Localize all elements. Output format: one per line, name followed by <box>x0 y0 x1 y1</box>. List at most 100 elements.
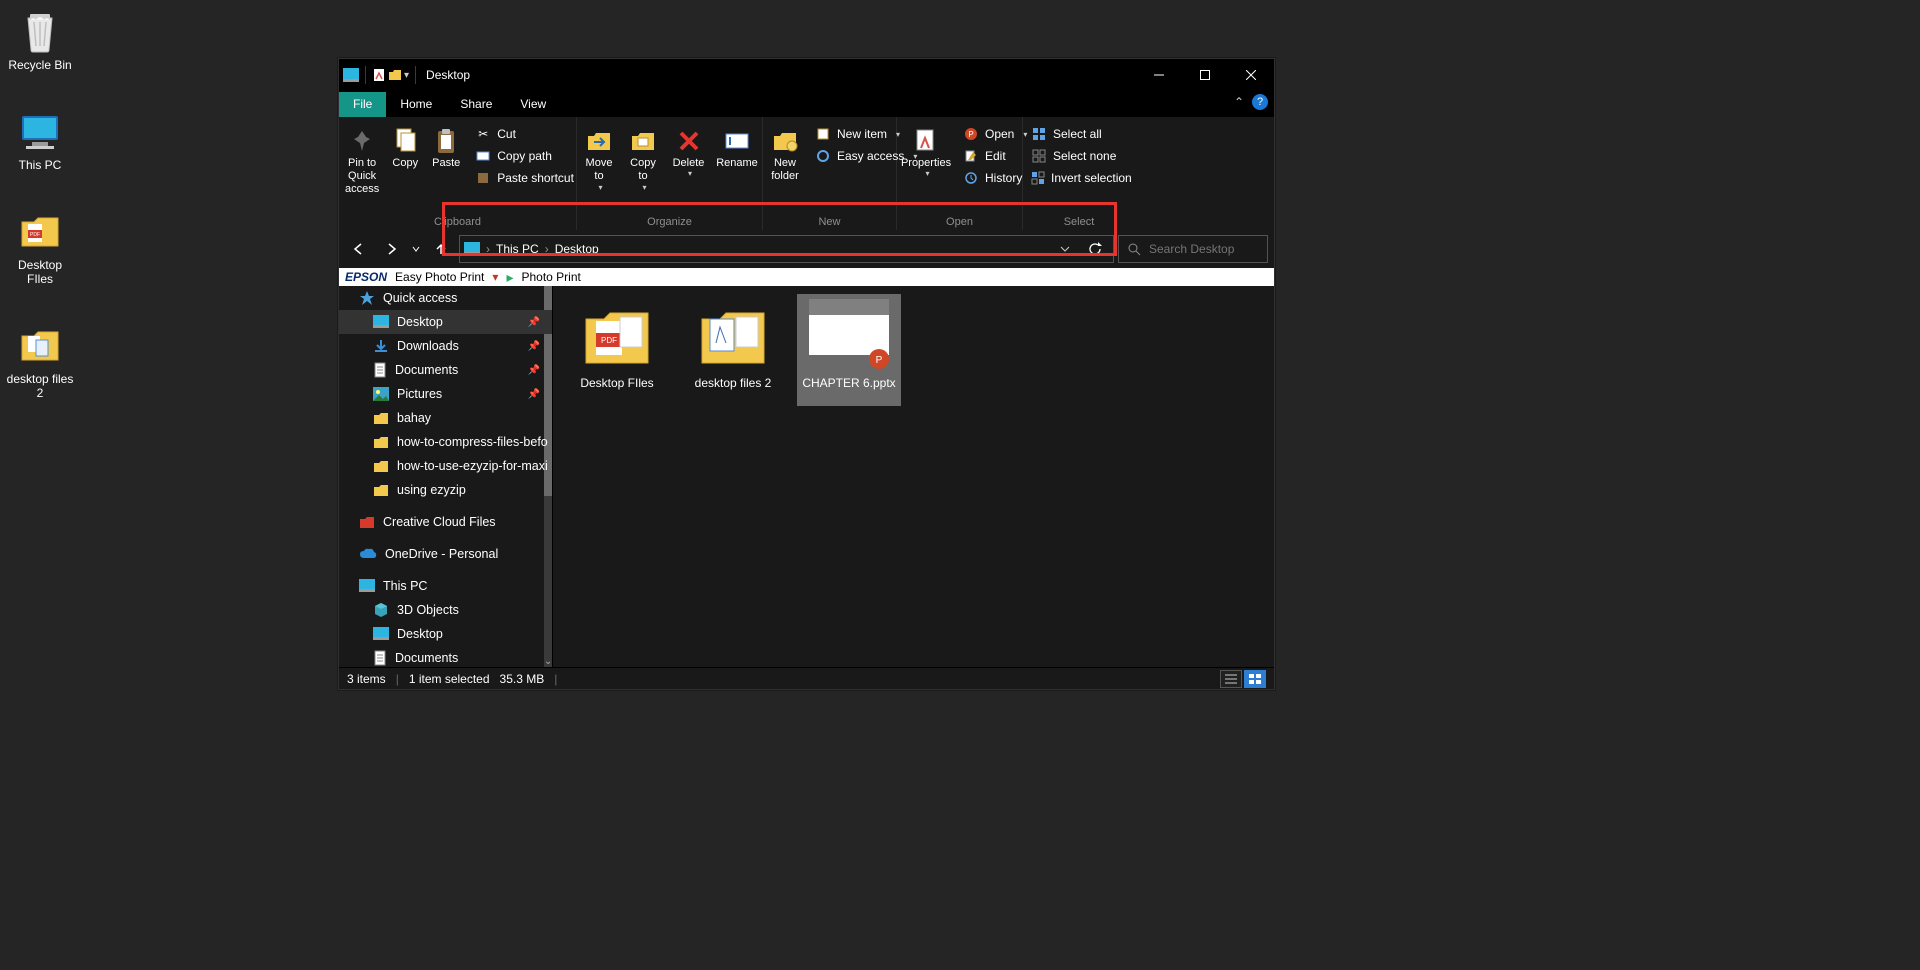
move-to-button[interactable]: Move to▾ <box>577 121 621 192</box>
nav-row: › This PC› Desktop <box>339 230 1274 268</box>
app-icon <box>343 68 359 82</box>
navpane-item-documents[interactable]: Documents📌 <box>339 358 552 382</box>
navpane-item-quick-access[interactable]: Quick access <box>339 286 552 310</box>
copy-path-button[interactable]: Copy path <box>467 145 582 167</box>
navpane-item-label: Documents <box>395 651 458 665</box>
delete-icon <box>673 125 705 157</box>
details-view-button[interactable] <box>1220 670 1242 688</box>
qa-folder-icon[interactable] <box>388 68 402 82</box>
file-label: desktop files 2 <box>695 376 772 390</box>
paste-shortcut-button[interactable]: Paste shortcut <box>467 167 582 189</box>
navpane-item-bahay[interactable]: bahay <box>339 406 552 430</box>
status-selected: 1 item selected <box>409 672 490 686</box>
breadcrumb-this-pc[interactable]: This PC› <box>496 242 551 256</box>
epson-toolbar[interactable]: EPSON Easy Photo Print ▾ ▸ Photo Print <box>339 268 1274 286</box>
icons-view-button[interactable] <box>1244 670 1266 688</box>
cut-button[interactable]: ✂Cut <box>467 123 582 145</box>
navpane-item-documents[interactable]: Documents <box>339 646 552 667</box>
desktop-icon-desktop-files[interactable]: PDF Desktop FIles <box>4 210 76 286</box>
navpane-item-downloads[interactable]: Downloads📌 <box>339 334 552 358</box>
star-icon <box>359 290 375 306</box>
up-button[interactable] <box>427 235 455 263</box>
search-icon <box>1127 242 1141 256</box>
navigation-pane[interactable]: ⌄ Quick accessDesktop📌Downloads📌Document… <box>339 286 553 667</box>
navpane-item-3d-objects[interactable]: 3D Objects <box>339 598 552 622</box>
folder-icon <box>373 459 389 473</box>
desktop-icon <box>373 315 389 329</box>
new-folder-button[interactable]: New folder <box>763 121 807 183</box>
help-icon[interactable]: ? <box>1252 94 1268 110</box>
tab-home[interactable]: Home <box>386 92 446 117</box>
file-explorer-window: ▾ Desktop File Home Share View ⌃ ? Pin t… <box>338 58 1275 690</box>
navpane-item-label: Downloads <box>397 339 459 353</box>
select-none-button[interactable]: Select none <box>1023 145 1135 167</box>
navpane-item-label: Desktop <box>397 627 443 641</box>
navpane-item-using-ezyzip[interactable]: using ezyzip <box>339 478 552 502</box>
tab-view[interactable]: View <box>506 92 560 117</box>
desktop-icon-this-pc[interactable]: This PC <box>4 110 76 172</box>
minimize-button[interactable] <box>1136 59 1182 91</box>
navpane-item-desktop[interactable]: Desktop📌 <box>339 310 552 334</box>
file-thumbnail <box>691 300 775 372</box>
pin-icon <box>346 125 378 157</box>
copy-button[interactable]: Copy <box>385 121 425 196</box>
copy-to-icon <box>627 125 659 157</box>
epson-dropdown-icon[interactable]: ▾ <box>492 270 498 284</box>
epson-play-icon[interactable]: ▸ <box>506 269 513 286</box>
navpane-item-this-pc[interactable]: This PC <box>339 574 552 598</box>
search-input[interactable] <box>1149 242 1259 256</box>
breadcrumb-root[interactable]: › <box>484 242 492 256</box>
select-all-button[interactable]: Select all <box>1023 123 1135 145</box>
file-item-desktop-files[interactable]: PDFDesktop FIles <box>565 294 669 406</box>
status-bar: 3 items | 1 item selected 35.3 MB | <box>339 667 1274 689</box>
pin-to-quick-access-button[interactable]: Pin to Quick access <box>339 121 385 196</box>
navpane-item-how-to-compress-files-befo[interactable]: how-to-compress-files-befo <box>339 430 552 454</box>
collapse-ribbon-icon[interactable]: ⌃ <box>1234 95 1244 109</box>
navpane-item-desktop[interactable]: Desktop <box>339 622 552 646</box>
folder-icon <box>18 324 62 368</box>
invert-selection-button[interactable]: Invert selection <box>1023 167 1135 189</box>
paste-button[interactable]: Paste <box>425 121 467 196</box>
back-button[interactable] <box>345 235 373 263</box>
select-none-icon <box>1031 148 1047 164</box>
recent-locations-button[interactable] <box>409 235 423 263</box>
folder-icon <box>373 411 389 425</box>
navpane-item-onedrive-personal[interactable]: OneDrive - Personal <box>339 542 552 566</box>
navpane-item-pictures[interactable]: Pictures📌 <box>339 382 552 406</box>
file-label: Desktop FIles <box>580 376 653 390</box>
tab-file[interactable]: File <box>339 92 386 117</box>
qa-dropdown-icon[interactable]: ▾ <box>404 70 409 81</box>
address-dropdown-button[interactable] <box>1051 235 1079 263</box>
copy-path-icon <box>475 148 491 164</box>
delete-button[interactable]: Delete▾ <box>665 121 712 192</box>
titlebar[interactable]: ▾ Desktop <box>339 59 1274 91</box>
refresh-button[interactable] <box>1081 235 1109 263</box>
ribbon-group-open: Open <box>897 216 1022 228</box>
recycle-bin-icon <box>18 10 62 54</box>
close-button[interactable] <box>1228 59 1274 91</box>
desktop-icon-desktop-files-2[interactable]: desktop files 2 <box>4 324 76 400</box>
forward-button[interactable] <box>377 235 405 263</box>
history-icon <box>963 170 979 186</box>
navpane-item-how-to-use-ezyzip-for-maxi[interactable]: how-to-use-ezyzip-for-maxi <box>339 454 552 478</box>
properties-button[interactable]: Properties▾ <box>897 121 955 189</box>
tab-share[interactable]: Share <box>446 92 506 117</box>
navpane-item-label: how-to-use-ezyzip-for-maxi <box>397 459 548 473</box>
copy-to-button[interactable]: Copy to▾ <box>621 121 665 192</box>
epson-photo-print[interactable]: Photo Print <box>521 270 580 284</box>
address-bar[interactable]: › This PC› Desktop <box>459 235 1114 263</box>
search-box[interactable] <box>1118 235 1268 263</box>
epson-easy-photo-print[interactable]: Easy Photo Print <box>395 270 484 284</box>
rename-button[interactable]: Rename <box>712 121 762 192</box>
properties-icon <box>910 125 942 157</box>
file-item-desktop-files-2[interactable]: desktop files 2 <box>681 294 785 406</box>
onedrive-icon <box>359 548 377 560</box>
navpane-item-creative-cloud-files[interactable]: Creative Cloud Files <box>339 510 552 534</box>
breadcrumb-desktop[interactable]: Desktop <box>555 242 599 256</box>
file-item-chapter-6-pptx[interactable]: PCHAPTER 6.pptx <box>797 294 901 406</box>
desktop-icon-label: desktop files 2 <box>4 372 76 400</box>
maximize-button[interactable] <box>1182 59 1228 91</box>
desktop-icon-recycle-bin[interactable]: Recycle Bin <box>4 10 76 72</box>
qa-properties-icon[interactable] <box>372 68 386 82</box>
content-area[interactable]: PDFDesktop FIles desktop files 2 PCHAPTER … <box>553 286 1274 667</box>
